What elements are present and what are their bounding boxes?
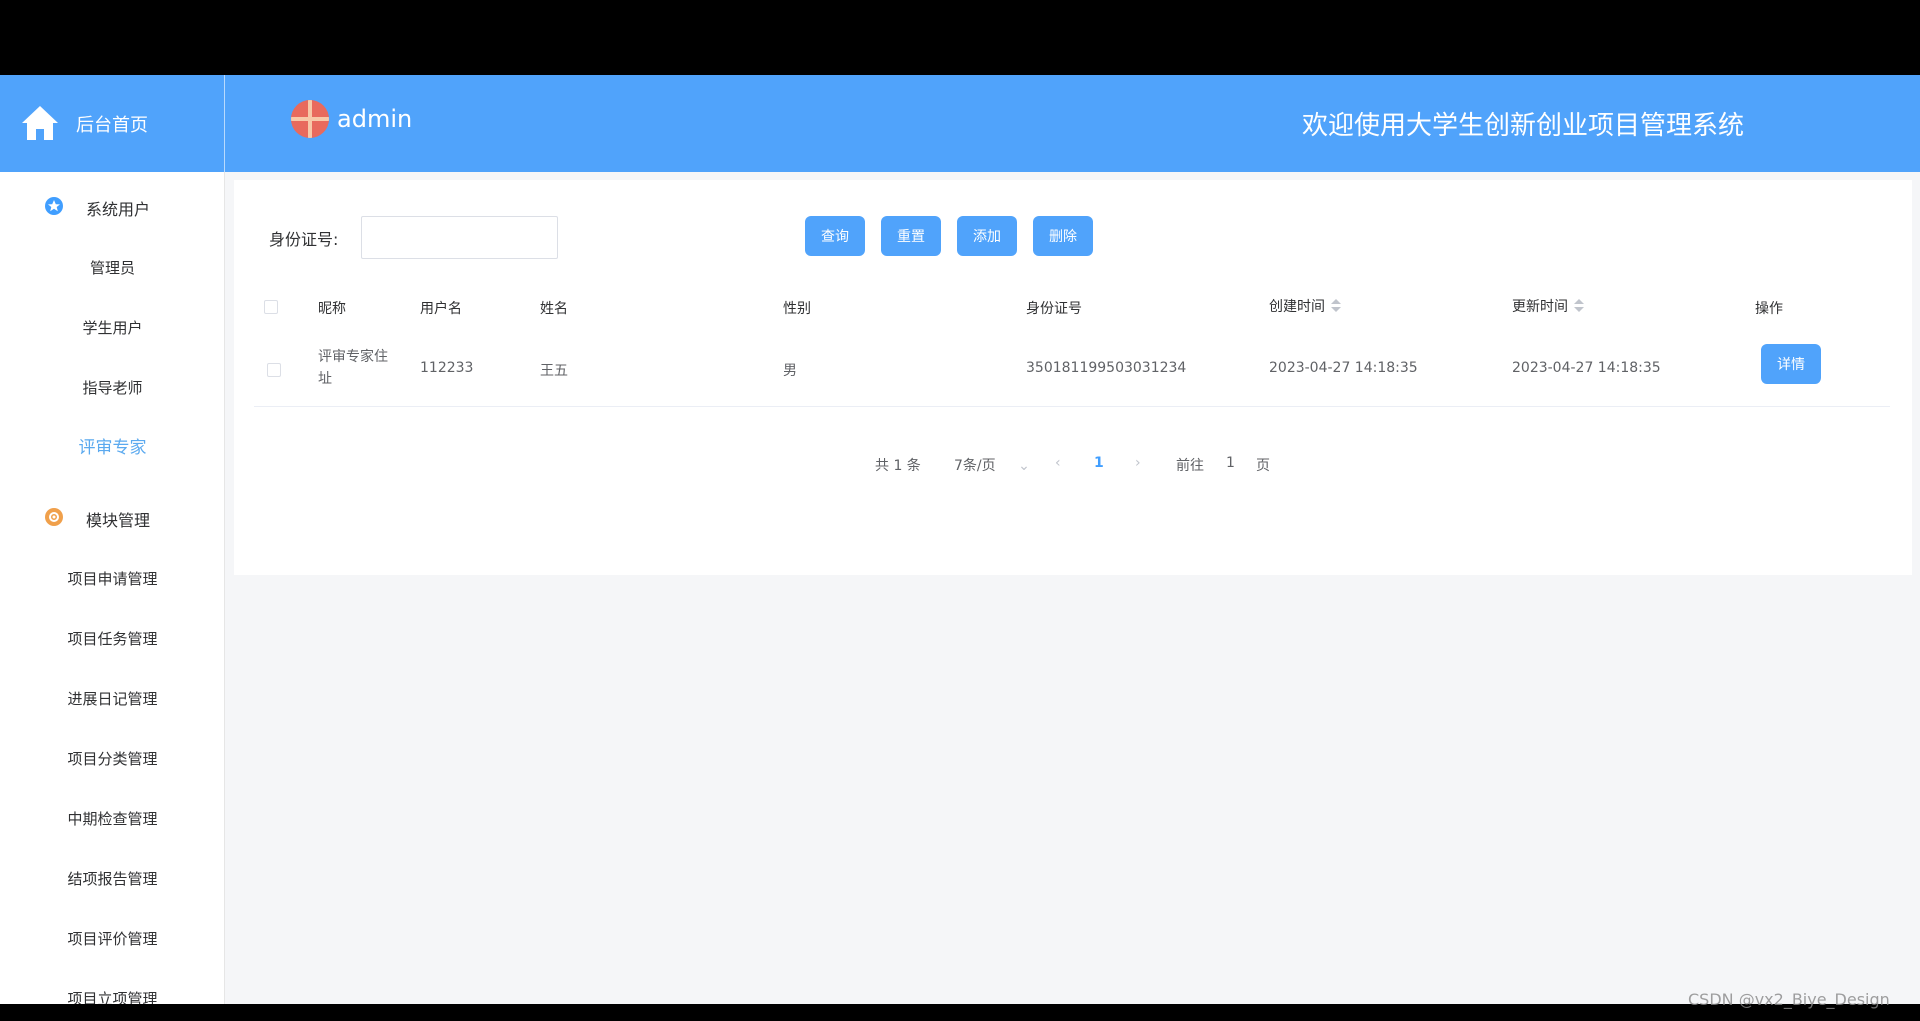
column-header-gender: 性别 — [783, 301, 811, 317]
sidebar-item-project-tasks[interactable]: 项目任务管理 — [0, 619, 224, 659]
column-header-created-wrap[interactable]: 创建时间 — [1269, 296, 1341, 316]
column-header-actions: 操作 — [1755, 301, 1783, 317]
cell-updated: 2023-04-27 14:18:35 — [1512, 360, 1661, 376]
table-row: 评审专家住 址 112233 王五 男 350181199503031234 2… — [254, 334, 1890, 407]
chevron-down-icon: ⌄ — [1018, 458, 1030, 474]
next-page-icon[interactable]: › — [1135, 455, 1141, 471]
top-header: 后台首页 admin 欢迎使用大学生创新创业项目管理系统 — [0, 75, 1920, 172]
column-header-updated: 更新时间 — [1512, 299, 1568, 315]
sidebar-item-project-evaluation[interactable]: 项目评价管理 — [0, 919, 224, 959]
goto-page-input[interactable]: 1 — [1226, 455, 1235, 471]
column-header-name: 姓名 — [540, 301, 568, 317]
cell-name: 王五 — [540, 363, 568, 379]
avatar[interactable] — [291, 100, 329, 138]
main-content: 身份证号: 查询 重置 添加 删除 昵称 用户名 姓名 性别 身份证号 创建时间… — [225, 172, 1920, 1004]
screen-top-letterbox — [0, 0, 1920, 75]
sidebar-item-admins[interactable]: 管理员 — [0, 248, 224, 288]
query-button[interactable]: 查询 — [805, 216, 865, 256]
pagination-total: 共 1 条 — [875, 458, 921, 474]
cell-id-number: 350181199503031234 — [1026, 360, 1187, 376]
column-header-username: 用户名 — [420, 301, 462, 317]
page-number-current[interactable]: 1 — [1094, 455, 1104, 471]
column-header-created: 创建时间 — [1269, 299, 1325, 315]
add-button[interactable]: 添加 — [957, 216, 1017, 256]
sidebar-item-students[interactable]: 学生用户 — [0, 308, 224, 348]
gear-badge-icon — [45, 508, 63, 526]
prev-page-icon[interactable]: ‹ — [1055, 455, 1061, 471]
sort-caret-icon[interactable] — [1331, 299, 1341, 313]
detail-button[interactable]: 详情 — [1761, 344, 1821, 384]
screen-bottom-letterbox — [0, 1004, 1920, 1021]
sidebar-item-final-report[interactable]: 结项报告管理 — [0, 859, 224, 899]
page-size-select[interactable]: 7条/页 ⌄ — [954, 455, 1030, 475]
table-header: 昵称 用户名 姓名 性别 身份证号 创建时间 更新时间 操作 — [254, 278, 1890, 334]
user-name[interactable]: admin — [337, 105, 412, 133]
home-label: 后台首页 — [76, 115, 148, 136]
search-label: 身份证号: — [269, 230, 339, 249]
column-header-nickname: 昵称 — [318, 301, 346, 317]
cell-nickname: 评审专家住 址 — [318, 346, 388, 390]
sidebar-item-midterm-check[interactable]: 中期检查管理 — [0, 799, 224, 839]
sidebar: 系统用户 管理员 学生用户 指导老师 评审专家 模块管理 项目申请管理 项目任务… — [0, 172, 225, 1004]
star-badge-icon — [45, 197, 63, 215]
sort-caret-icon[interactable] — [1574, 299, 1584, 313]
page-size-value: 7条/页 — [954, 458, 996, 474]
sidebar-group-system-users[interactable]: 系统用户 — [0, 185, 224, 225]
delete-button[interactable]: 删除 — [1033, 216, 1093, 256]
home-icon — [22, 106, 58, 140]
system-title: 欢迎使用大学生创新创业项目管理系统 — [1302, 111, 1745, 141]
cell-nickname-line2: 址 — [318, 371, 332, 387]
sidebar-group-modules[interactable]: 模块管理 — [0, 496, 224, 536]
select-all-checkbox[interactable] — [264, 300, 278, 314]
watermark: CSDN @vx2_Biye_Design — [1688, 990, 1890, 1009]
sidebar-group-label: 模块管理 — [86, 511, 151, 530]
sidebar-group-label: 系统用户 — [86, 200, 151, 219]
sidebar-item-progress-diary[interactable]: 进展日记管理 — [0, 679, 224, 719]
home-link[interactable]: 后台首页 — [0, 75, 225, 172]
sidebar-item-teachers[interactable]: 指导老师 — [0, 368, 224, 408]
cell-created: 2023-04-27 14:18:35 — [1269, 360, 1418, 376]
page-suffix: 页 — [1256, 458, 1270, 474]
content-panel: 身份证号: 查询 重置 添加 删除 昵称 用户名 姓名 性别 身份证号 创建时间… — [234, 180, 1912, 575]
avatar-image — [291, 100, 329, 138]
reset-button[interactable]: 重置 — [881, 216, 941, 256]
row-checkbox[interactable] — [267, 363, 281, 377]
sidebar-item-project-apply[interactable]: 项目申请管理 — [0, 559, 224, 599]
column-header-id-number: 身份证号 — [1026, 301, 1082, 317]
cell-gender: 男 — [783, 363, 797, 379]
sidebar-item-project-approval[interactable]: 项目立项管理 — [0, 979, 224, 1004]
sidebar-item-project-category[interactable]: 项目分类管理 — [0, 739, 224, 779]
id-number-search-input[interactable] — [361, 216, 558, 259]
cell-username: 112233 — [420, 360, 474, 376]
sidebar-item-experts[interactable]: 评审专家 — [0, 428, 224, 468]
goto-label: 前往 — [1176, 458, 1204, 474]
cell-nickname-line1: 评审专家住 — [318, 349, 388, 365]
column-header-updated-wrap[interactable]: 更新时间 — [1512, 296, 1584, 316]
